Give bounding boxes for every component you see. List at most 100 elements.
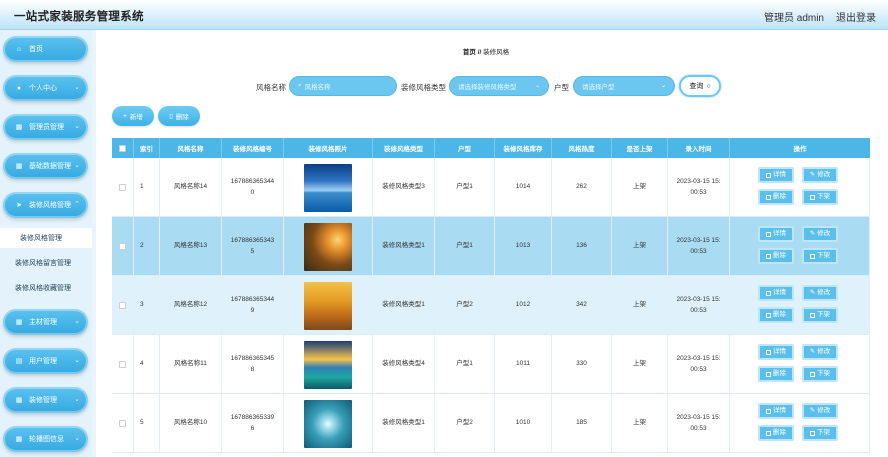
- cell-name: 风格名称12: [160, 276, 222, 335]
- chevron-up-icon: ⌃: [74, 201, 80, 208]
- cell-stock: 1010: [495, 394, 552, 453]
- sidebar-subitem-style-comments[interactable]: 装修风格留言管理: [0, 253, 92, 273]
- style-photo[interactable]: [304, 340, 352, 389]
- delete-button[interactable]: 删除: [758, 248, 794, 264]
- sidebar-item-materials[interactable]: ▦ 主材管理 ⌄: [3, 309, 88, 335]
- delete-button[interactable]: 删除: [758, 425, 794, 441]
- row-checkbox[interactable]: [119, 361, 126, 368]
- row-checkbox[interactable]: [119, 420, 126, 427]
- current-user[interactable]: 管理员 admin: [764, 9, 824, 24]
- search-name-input[interactable]: ⌕ 风格名称: [289, 76, 397, 96]
- sidebar-item-carousel[interactable]: ▦ 轮播图信息 ⌄: [3, 426, 88, 452]
- sidebar-item-label: 主材管理: [29, 319, 57, 326]
- edit-button[interactable]: ✎ 修改: [802, 403, 838, 419]
- cell-photo: [284, 217, 373, 276]
- offshelf-button[interactable]: 下架: [802, 307, 838, 323]
- user-icon: ●: [16, 84, 22, 92]
- row-checkbox[interactable]: [119, 184, 126, 191]
- row-checkbox[interactable]: [119, 302, 126, 309]
- sidebar-item-admins[interactable]: ▦ 管理员管理 ⌄: [3, 114, 88, 140]
- edit-button[interactable]: ✎ 修改: [802, 285, 838, 301]
- row-select-cell: [112, 217, 134, 276]
- search-huxing-select[interactable]: 请选择户型 ⌄: [573, 76, 675, 96]
- chevron-down-icon: ⌄: [534, 83, 540, 89]
- cell-stock: 1012: [495, 276, 552, 335]
- offshelf-label: 下架: [817, 369, 830, 377]
- grid-icon: ▦: [15, 319, 23, 326]
- cell-code-line2: 6: [250, 424, 255, 432]
- breadcrumb: 首页 // 装修风格: [96, 46, 876, 56]
- breadcrumb-home[interactable]: 首页: [463, 49, 476, 56]
- sidebar-item-home[interactable]: ⌂ 首页: [3, 36, 88, 62]
- detail-icon: [766, 231, 771, 237]
- offshelf-label: 下架: [817, 251, 830, 259]
- cell-code-line1: 167886365345: [230, 355, 275, 363]
- edit-label: 修改: [817, 406, 831, 414]
- cell-code-line1: 167886365343: [230, 237, 275, 245]
- sidebar: ⌂ 首页 ● 个人中心 ⌄ ▦ 管理员管理 ⌄ ▦ 基础数据管理 ⌄ ➤ 装修风格管理 ⌃ 装修风…: [0, 30, 92, 457]
- home-icon: ⌂: [16, 45, 22, 53]
- trash-icon: [766, 194, 771, 200]
- chevron-down-icon: ⌄: [74, 123, 80, 130]
- detail-button[interactable]: 详情: [758, 403, 794, 419]
- search-type-label: 装修风格类型: [401, 83, 446, 92]
- delete-button[interactable]: 删除: [758, 307, 794, 323]
- detail-icon: [766, 290, 771, 296]
- row-checkbox[interactable]: [119, 243, 126, 250]
- cell-code-line1: 167886365339: [230, 414, 275, 422]
- cell-index: 3: [134, 276, 160, 335]
- sidebar-item-profile[interactable]: ● 个人中心 ⌄: [3, 75, 88, 101]
- style-photo[interactable]: [304, 281, 352, 330]
- offshelf-button[interactable]: 下架: [802, 425, 838, 441]
- offshelf-button[interactable]: 下架: [802, 366, 838, 382]
- cell-photo: [284, 158, 373, 217]
- logout-link[interactable]: 退出登录: [836, 9, 876, 24]
- delete-button[interactable]: 删除: [758, 189, 794, 205]
- edit-button[interactable]: ✎ 修改: [802, 167, 838, 183]
- sidebar-item-basic-data[interactable]: ▦ 基础数据管理 ⌄: [3, 153, 88, 179]
- sidebar-item-style-management[interactable]: ➤ 装修风格管理 ⌃: [3, 192, 88, 218]
- header-index: 索引: [134, 138, 160, 158]
- style-photo[interactable]: [304, 163, 352, 212]
- header-actions: 操作: [793, 146, 807, 153]
- add-button[interactable]: + 新增: [112, 106, 154, 126]
- detail-icon: [766, 408, 771, 414]
- sidebar-item-label: 个人中心: [29, 85, 57, 92]
- cell-huxing: 户型2: [435, 394, 495, 453]
- detail-button[interactable]: 详情: [758, 344, 794, 360]
- sidebar-subitem-style-favorites[interactable]: 装修风格收藏管理: [0, 278, 92, 298]
- detail-button[interactable]: 详情: [758, 167, 794, 183]
- grid-icon: ▦: [15, 436, 23, 443]
- cell-name: 风格名称10: [160, 394, 222, 453]
- cell-heat: 342: [552, 276, 612, 335]
- top-bar: 一站式家装服务管理系统 管理员 admin 退出登录: [0, 0, 888, 30]
- sidebar-item-users[interactable]: ▤ 用户管理 ⌄: [3, 348, 88, 374]
- trash-icon: [766, 312, 771, 318]
- detail-button[interactable]: 详情: [758, 226, 794, 242]
- cell-time-line1: 2023-03-15 15:: [676, 178, 721, 186]
- delete-label: 删除: [773, 369, 786, 377]
- sidebar-item-decoration[interactable]: ▦ 装修管理 ⌄: [3, 387, 88, 413]
- sidebar-subitem-style[interactable]: 装修风格管理: [0, 228, 92, 248]
- batch-delete-button[interactable]: ▯ 删除: [158, 106, 200, 126]
- cell-type: 装修风格类型1: [373, 394, 435, 453]
- cell-shelf: 上架: [612, 217, 668, 276]
- select-all-checkbox[interactable]: [119, 144, 126, 152]
- cell-code: 167886365339 6: [222, 394, 284, 453]
- trash-icon: [766, 253, 771, 259]
- select-all-header: [112, 138, 134, 158]
- breadcrumb-current: 装修风格: [483, 49, 510, 56]
- offshelf-button[interactable]: 下架: [802, 189, 838, 205]
- search-type-select[interactable]: 请选择装修风格类型 ⌄: [449, 76, 549, 96]
- offshelf-button[interactable]: 下架: [802, 248, 838, 264]
- delete-button[interactable]: 删除: [758, 366, 794, 382]
- header-huxing: 户型: [435, 138, 495, 158]
- table-row: 3 风格名称12 167886365344 9 装修风格类型1 户型2 1012 …: [112, 276, 870, 335]
- detail-button[interactable]: 详情: [758, 285, 794, 301]
- style-photo[interactable]: [304, 222, 352, 271]
- edit-button[interactable]: ✎ 修改: [802, 344, 838, 360]
- query-button[interactable]: 查询 ○: [679, 75, 721, 97]
- cell-photo: [284, 394, 373, 453]
- style-photo[interactable]: [304, 399, 352, 448]
- edit-button[interactable]: ✎ 修改: [802, 226, 838, 242]
